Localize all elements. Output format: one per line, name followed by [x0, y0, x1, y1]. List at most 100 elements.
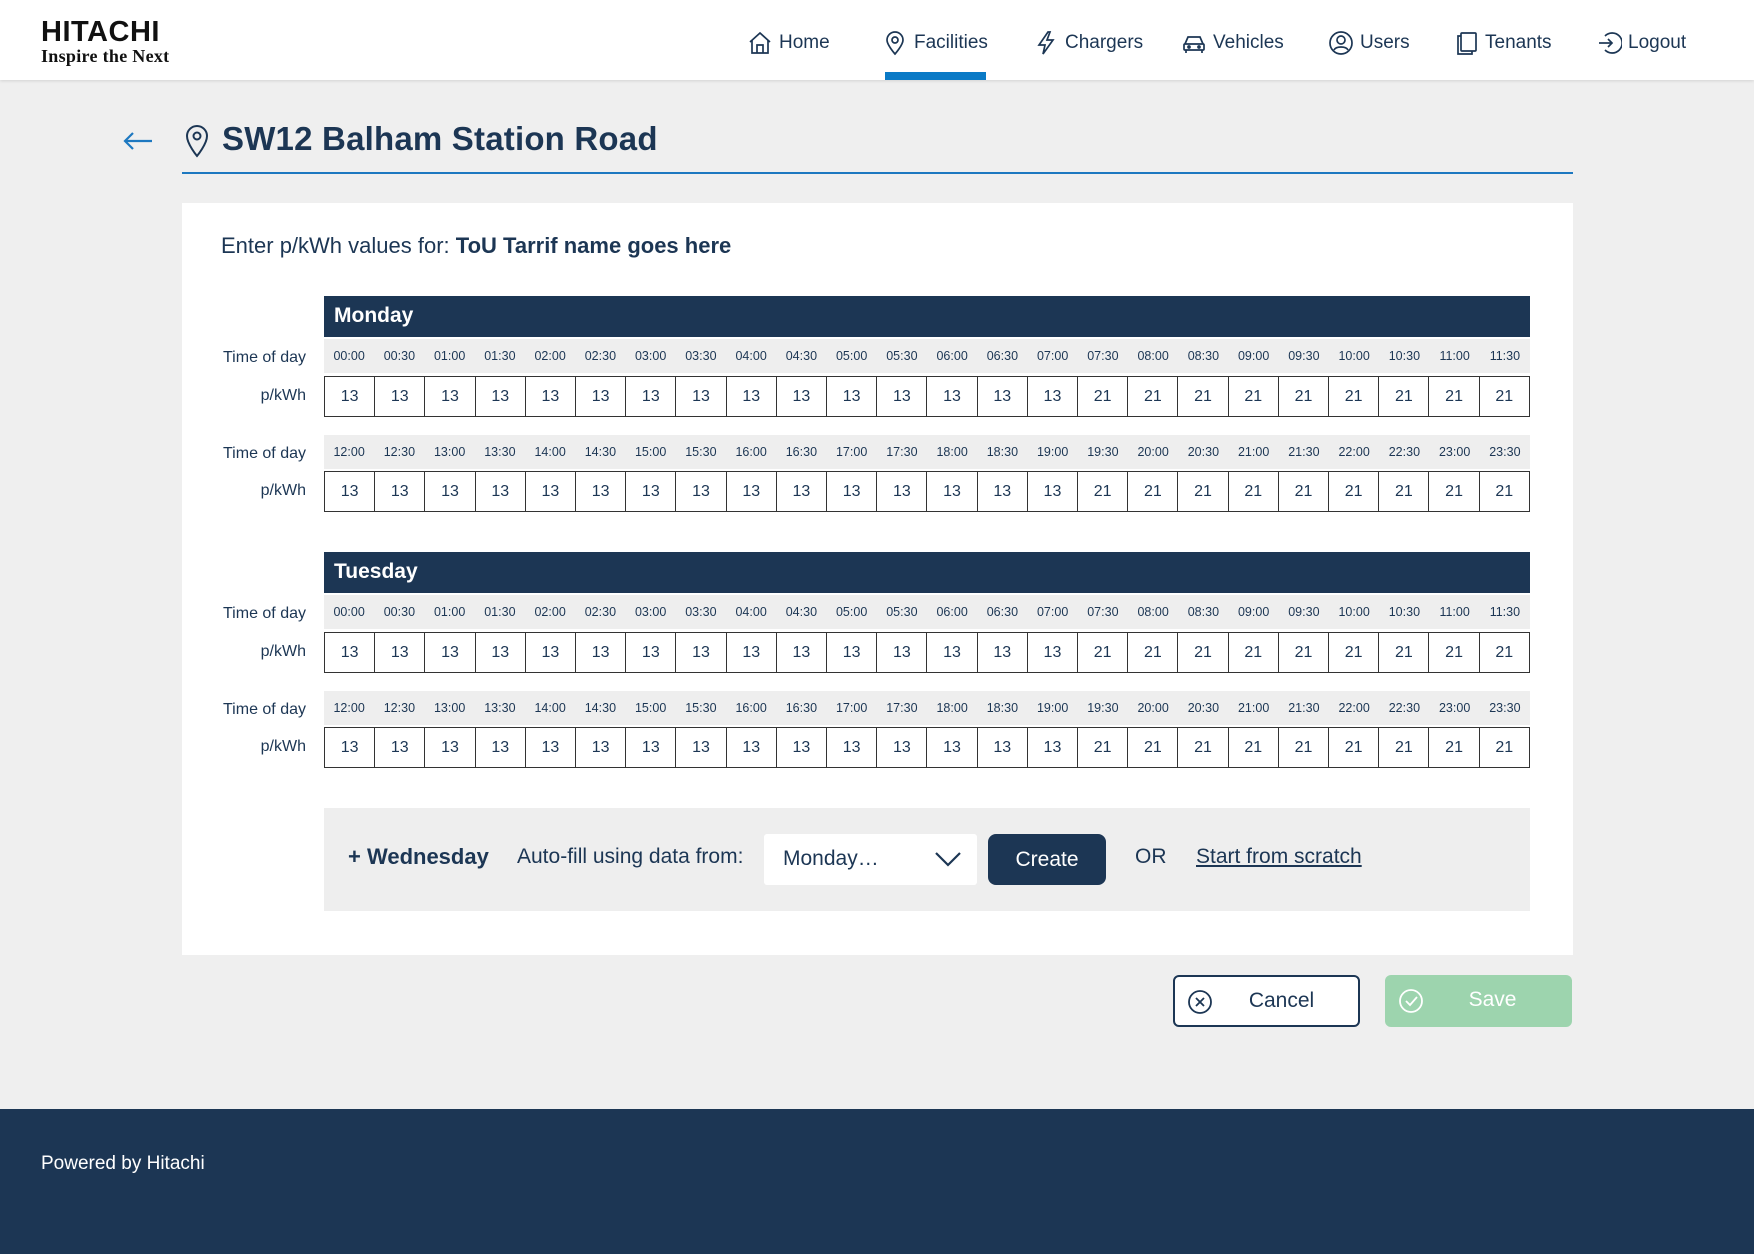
- pkwh-input[interactable]: 13: [676, 472, 727, 511]
- nav-logout[interactable]: Logout: [1596, 26, 1686, 60]
- pkwh-input[interactable]: 21: [1128, 472, 1179, 511]
- pkwh-input[interactable]: 13: [927, 377, 978, 416]
- pkwh-input[interactable]: 21: [1078, 728, 1129, 767]
- pkwh-input[interactable]: 13: [375, 728, 426, 767]
- pkwh-input[interactable]: 21: [1229, 472, 1279, 511]
- pkwh-input[interactable]: 21: [1329, 377, 1380, 416]
- pkwh-input[interactable]: 21: [1229, 728, 1279, 767]
- pkwh-input[interactable]: 21: [1128, 377, 1179, 416]
- pkwh-input[interactable]: 21: [1379, 728, 1430, 767]
- pkwh-input[interactable]: 13: [526, 633, 577, 672]
- pkwh-input[interactable]: 13: [676, 377, 727, 416]
- pkwh-input[interactable]: 21: [1480, 633, 1529, 672]
- pkwh-input[interactable]: 21: [1279, 728, 1330, 767]
- pkwh-input[interactable]: 13: [576, 377, 627, 416]
- pkwh-input[interactable]: 13: [727, 377, 777, 416]
- pkwh-input[interactable]: 13: [777, 377, 828, 416]
- pkwh-input[interactable]: 13: [476, 633, 526, 672]
- pkwh-input[interactable]: 21: [1429, 633, 1480, 672]
- pkwh-input[interactable]: 13: [375, 633, 426, 672]
- pkwh-input[interactable]: 13: [978, 377, 1028, 416]
- pkwh-input[interactable]: 21: [1329, 633, 1380, 672]
- pkwh-input[interactable]: 13: [1028, 472, 1079, 511]
- pkwh-input[interactable]: 13: [325, 633, 376, 672]
- pkwh-input[interactable]: 13: [727, 728, 777, 767]
- pkwh-input[interactable]: 13: [325, 728, 376, 767]
- nav-tenants[interactable]: Tenants: [1453, 26, 1552, 60]
- pkwh-input[interactable]: 21: [1178, 728, 1229, 767]
- nav-home[interactable]: Home: [747, 26, 830, 60]
- pkwh-input[interactable]: 21: [1128, 633, 1179, 672]
- pkwh-input[interactable]: 13: [1028, 377, 1079, 416]
- pkwh-input[interactable]: 13: [1028, 728, 1079, 767]
- pkwh-input[interactable]: 21: [1379, 472, 1430, 511]
- pkwh-input[interactable]: 13: [425, 633, 476, 672]
- pkwh-input[interactable]: 21: [1279, 633, 1330, 672]
- pkwh-input[interactable]: 21: [1480, 728, 1529, 767]
- pkwh-input[interactable]: 13: [1028, 633, 1079, 672]
- start-from-scratch-link[interactable]: Start from scratch: [1196, 845, 1362, 869]
- pkwh-input[interactable]: 21: [1229, 633, 1279, 672]
- pkwh-input[interactable]: 13: [676, 728, 727, 767]
- pkwh-input[interactable]: 21: [1178, 472, 1229, 511]
- pkwh-input[interactable]: 13: [777, 633, 828, 672]
- pkwh-input[interactable]: 13: [727, 472, 777, 511]
- pkwh-input[interactable]: 13: [325, 472, 376, 511]
- pkwh-input[interactable]: 13: [877, 728, 928, 767]
- add-wednesday-button[interactable]: + Wednesday: [348, 844, 489, 870]
- pkwh-input[interactable]: 13: [576, 633, 627, 672]
- pkwh-input[interactable]: 13: [425, 377, 476, 416]
- pkwh-input[interactable]: 21: [1480, 472, 1529, 511]
- pkwh-input[interactable]: 13: [777, 728, 828, 767]
- pkwh-input[interactable]: 13: [375, 377, 426, 416]
- pkwh-input[interactable]: 13: [877, 472, 928, 511]
- pkwh-input[interactable]: 13: [476, 472, 526, 511]
- pkwh-input[interactable]: 13: [676, 633, 727, 672]
- pkwh-input[interactable]: 21: [1329, 472, 1380, 511]
- pkwh-input[interactable]: 13: [978, 633, 1028, 672]
- pkwh-input[interactable]: 21: [1078, 472, 1129, 511]
- pkwh-input[interactable]: 13: [827, 728, 878, 767]
- pkwh-input[interactable]: 13: [777, 472, 828, 511]
- pkwh-input[interactable]: 21: [1429, 728, 1480, 767]
- pkwh-input[interactable]: 13: [927, 472, 978, 511]
- pkwh-input[interactable]: 21: [1379, 633, 1430, 672]
- cancel-button[interactable]: Cancel: [1173, 975, 1360, 1027]
- pkwh-input[interactable]: 13: [827, 633, 878, 672]
- pkwh-input[interactable]: 21: [1178, 633, 1229, 672]
- pkwh-input[interactable]: 13: [626, 728, 677, 767]
- pkwh-input[interactable]: 21: [1429, 472, 1480, 511]
- pkwh-input[interactable]: 21: [1429, 377, 1480, 416]
- pkwh-input[interactable]: 13: [978, 728, 1028, 767]
- back-button[interactable]: [122, 126, 154, 156]
- nav-chargers[interactable]: Chargers: [1033, 26, 1143, 60]
- pkwh-input[interactable]: 21: [1128, 728, 1179, 767]
- pkwh-input[interactable]: 13: [425, 472, 476, 511]
- nav-users[interactable]: Users: [1328, 26, 1410, 60]
- pkwh-input[interactable]: 13: [526, 728, 577, 767]
- pkwh-input[interactable]: 21: [1078, 633, 1129, 672]
- pkwh-input[interactable]: 21: [1329, 728, 1380, 767]
- pkwh-input[interactable]: 13: [576, 472, 627, 511]
- pkwh-input[interactable]: 21: [1178, 377, 1229, 416]
- pkwh-input[interactable]: 13: [927, 728, 978, 767]
- pkwh-input[interactable]: 13: [626, 472, 677, 511]
- pkwh-input[interactable]: 13: [425, 728, 476, 767]
- create-button[interactable]: Create: [988, 834, 1106, 885]
- pkwh-input[interactable]: 21: [1279, 472, 1330, 511]
- pkwh-input[interactable]: 13: [626, 633, 677, 672]
- pkwh-input[interactable]: 13: [827, 377, 878, 416]
- pkwh-input[interactable]: 13: [576, 728, 627, 767]
- save-button[interactable]: Save: [1385, 975, 1572, 1027]
- autofill-source-select[interactable]: Monday…: [764, 834, 977, 885]
- nav-facilities[interactable]: Facilities: [882, 26, 988, 60]
- pkwh-input[interactable]: 21: [1279, 377, 1330, 416]
- pkwh-input[interactable]: 13: [626, 377, 677, 416]
- pkwh-input[interactable]: 13: [877, 377, 928, 416]
- pkwh-input[interactable]: 13: [526, 472, 577, 511]
- pkwh-input[interactable]: 21: [1379, 377, 1430, 416]
- pkwh-input[interactable]: 21: [1480, 377, 1529, 416]
- pkwh-input[interactable]: 21: [1078, 377, 1129, 416]
- pkwh-input[interactable]: 21: [1229, 377, 1279, 416]
- pkwh-input[interactable]: 13: [476, 377, 526, 416]
